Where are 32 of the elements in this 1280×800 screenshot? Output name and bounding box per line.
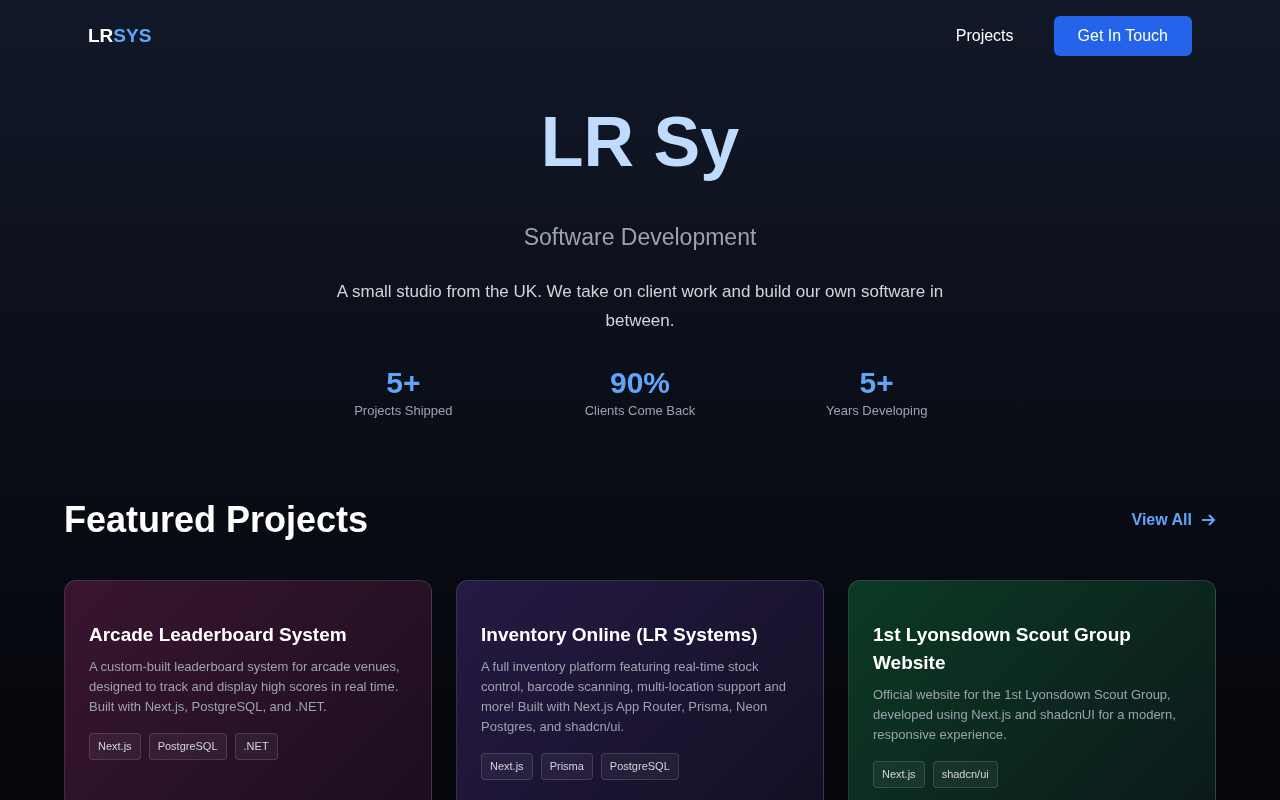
tech-tag: Next.js [481,753,533,780]
tech-tag: PostgreSQL [600,753,679,780]
project-description: Official website for the 1st Lyonsdown Scout Group, developed using Next.js and shadcnUI for a modern, responsive experience. [873,686,1177,744]
tech-tag: Next.js [873,761,925,788]
project-card[interactable] [456,580,824,800]
tech-tag: shadcn/ui [932,761,998,788]
contact-button[interactable]: Get In Touch [1053,16,1192,56]
project-title: 1st Lyonsdown Scout Group Website [873,623,1132,675]
project-title: Inventory Online (LR Systems) [481,623,759,647]
project-card[interactable]: Arcade Leaderboard System A custom-built leaderboard system for arcade venues, designed to track and display high scores in real time. Built with Next.js, PostgreSQL, and .NET. Next.js PostgreSQL .NET [64,580,432,800]
stat-value: 5+ [859,364,894,401]
project-title: Arcade Leaderboard System [89,623,348,647]
hero-title: LR Sy [540,102,740,182]
tech-tag: Next.js [89,733,141,760]
tech-tag: Prisma [540,753,593,780]
project-card[interactable]: 1st Lyonsdown Scout Group Website Official website for the 1st Lyonsdown Scout Group, developed using Next.js and shadcnUI for a modern, responsive experience. Next.js shadcn/ui [848,580,1216,800]
project-description: A full inventory platform featuring real-time stock control, barcode scanning, multi-location support and more! Built with Next.js App Router, Prisma, Neon Postgres, and shadcn/ui. [481,658,787,736]
tech-tag: PostgreSQL [148,733,227,760]
nav-link[interactable]: Projects [955,24,1014,48]
hero-description: A small studio from the UK. We take on client work and build our own software in between. [335,280,945,332]
stat-label: Projects Shipped [354,401,453,420]
logo[interactable]: LRSYS [88,21,152,51]
arrow-right-icon [1200,512,1216,528]
tech-tag: .NET [234,733,278,760]
project-description: A custom-built leaderboard system for arcade venues, designed to track and display high scores in real time. Built with Next.js, PostgreSQL, and .NET. [89,658,401,716]
stat-label: Years Developing [825,401,928,420]
stat-value: 5+ [386,364,421,401]
section-heading: Featured Projects [64,500,369,540]
hero-subtitle: Software Development [523,223,757,252]
stat-value: 90% [609,364,670,401]
view-all-link[interactable]: View All [1131,508,1216,532]
stat-label: Clients Come Back [584,401,696,420]
